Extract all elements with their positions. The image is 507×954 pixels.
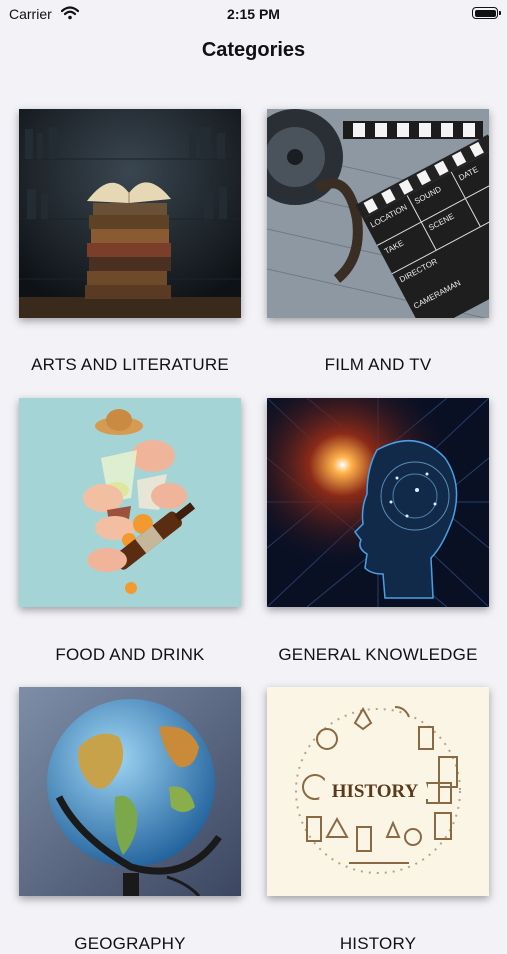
status-bar: Carrier 2:15 PM (0, 0, 507, 30)
category-image-globe (19, 687, 241, 896)
battery-icon (472, 7, 501, 19)
category-card-film-and-tv[interactable]: LOCATION SOUND DATE TAKE SCENE DIRECTOR … (267, 109, 489, 374)
category-label: HISTORY (339, 934, 417, 953)
category-image-books (19, 109, 241, 318)
category-card-general-knowledge[interactable]: GENERAL KNOWLEDGE (267, 398, 489, 664)
history-badge-text: HISTORY (332, 781, 419, 802)
category-card-food-and-drink[interactable]: FOOD AND DRINK (19, 398, 241, 664)
category-card-geography[interactable]: GEOGRAPHY (19, 687, 241, 953)
category-image-history: HISTORY (267, 687, 489, 896)
category-image-brain (267, 398, 489, 607)
category-card-history[interactable]: HISTORY HISTORY (267, 687, 489, 953)
category-label: FOOD AND DRINK (55, 645, 205, 664)
category-image-drinks (19, 398, 241, 607)
category-label: ARTS AND LITERATURE (31, 355, 229, 374)
page-title: Categories (201, 39, 306, 61)
category-label: GENERAL KNOWLEDGE (278, 645, 478, 664)
category-image-film: LOCATION SOUND DATE TAKE SCENE DIRECTOR … (267, 109, 489, 318)
clock: 2:15 PM (227, 6, 280, 22)
category-label: FILM AND TV (324, 355, 432, 374)
category-card-arts-and-literature[interactable]: ARTS AND LITERATURE (19, 109, 241, 374)
category-label: GEOGRAPHY (74, 934, 186, 953)
